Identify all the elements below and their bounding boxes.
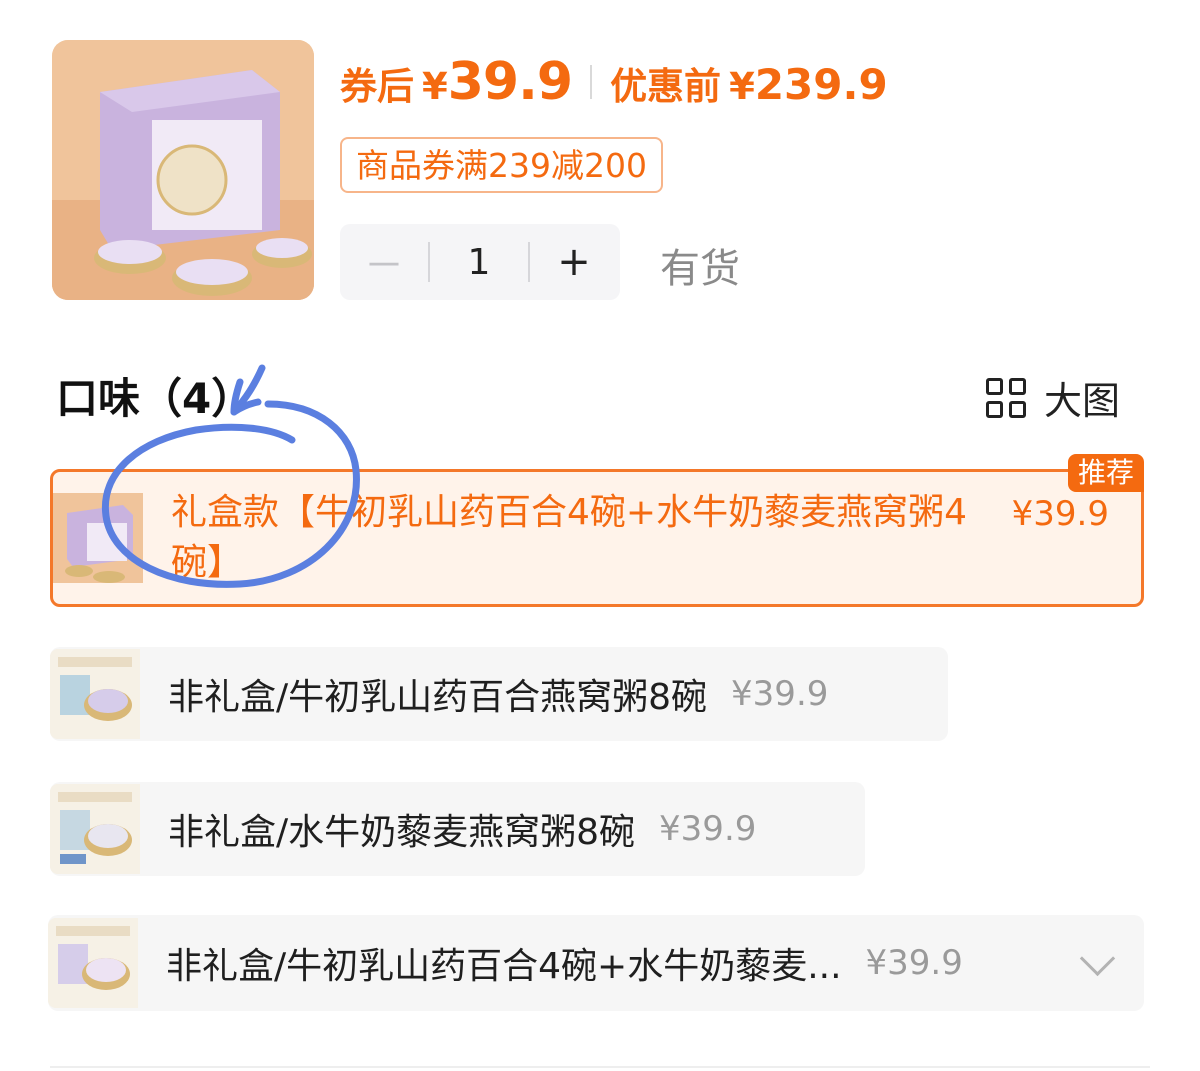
flavor-option-buffalo-milk-8[interactable]: 非礼盒/水牛奶藜麦燕窝粥8碗 ¥39.9 <box>50 782 865 876</box>
option-price: ¥39.9 <box>731 674 829 714</box>
flavor-option-mixed-4-4[interactable]: 非礼盒/牛初乳山药百合4碗+水牛奶藜麦... ¥39.9 <box>48 915 1144 1011</box>
grid-icon <box>986 377 1026 418</box>
increase-button[interactable]: + <box>530 224 618 300</box>
recommended-badge: 推荐 <box>1067 454 1144 492</box>
after-coupon-label: 券后 <box>340 65 414 108</box>
option-thumbnail <box>53 493 143 583</box>
section-divider <box>50 1066 1150 1068</box>
big-view-label: 大图 <box>1044 379 1121 423</box>
decrease-button[interactable]: － <box>340 224 428 300</box>
stock-status: 有货 <box>660 246 740 292</box>
option-thumbnail <box>50 649 140 739</box>
after-coupon-price: 39.9 <box>447 52 573 112</box>
quantity-value[interactable]: 1 <box>430 224 528 300</box>
option-name: 礼盒款【牛初乳山药百合4碗+水牛奶藜麦燕窝粥4碗】 <box>171 492 967 583</box>
price-divider <box>590 65 593 99</box>
currency-symbol: ¥ <box>729 65 755 108</box>
product-image[interactable] <box>52 40 314 300</box>
flavor-option-gift-box[interactable]: 礼盒款【牛初乳山药百合4碗+水牛奶藜麦燕窝粥4碗】 ¥39.9 推荐 <box>50 454 1144 607</box>
option-thumbnail <box>50 784 140 874</box>
option-price: ¥39.9 <box>865 943 963 983</box>
option-price: ¥39.9 <box>1011 494 1109 534</box>
flavor-section-title: 口味（4） <box>56 374 254 423</box>
currency-symbol: ¥ <box>422 65 448 108</box>
option-thumbnail <box>48 918 138 1008</box>
product-box-illustration <box>52 40 314 300</box>
flavor-option-colostrum-8[interactable]: 非礼盒/牛初乳山药百合燕窝粥8碗 ¥39.9 <box>50 647 948 741</box>
price-row: 券后 ¥ 39.9 优惠前 ¥ 239.9 <box>340 52 888 112</box>
option-name: 非礼盒/牛初乳山药百合4碗+水牛奶藜麦... <box>166 946 842 987</box>
option-name: 非礼盒/牛初乳山药百合燕窝粥8碗 <box>168 677 708 718</box>
quantity-stepper: － 1 + <box>340 224 620 300</box>
big-view-toggle[interactable]: 大图 <box>986 370 1120 425</box>
before-discount-label: 优惠前 <box>610 65 722 108</box>
option-price: ¥39.9 <box>659 809 757 849</box>
option-name: 非礼盒/水牛奶藜麦燕窝粥8碗 <box>168 812 636 853</box>
coupon-tag[interactable]: 商品券满239减200 <box>340 137 663 193</box>
chevron-down-icon[interactable] <box>1079 940 1116 976</box>
before-discount-price: 239.9 <box>754 60 888 109</box>
